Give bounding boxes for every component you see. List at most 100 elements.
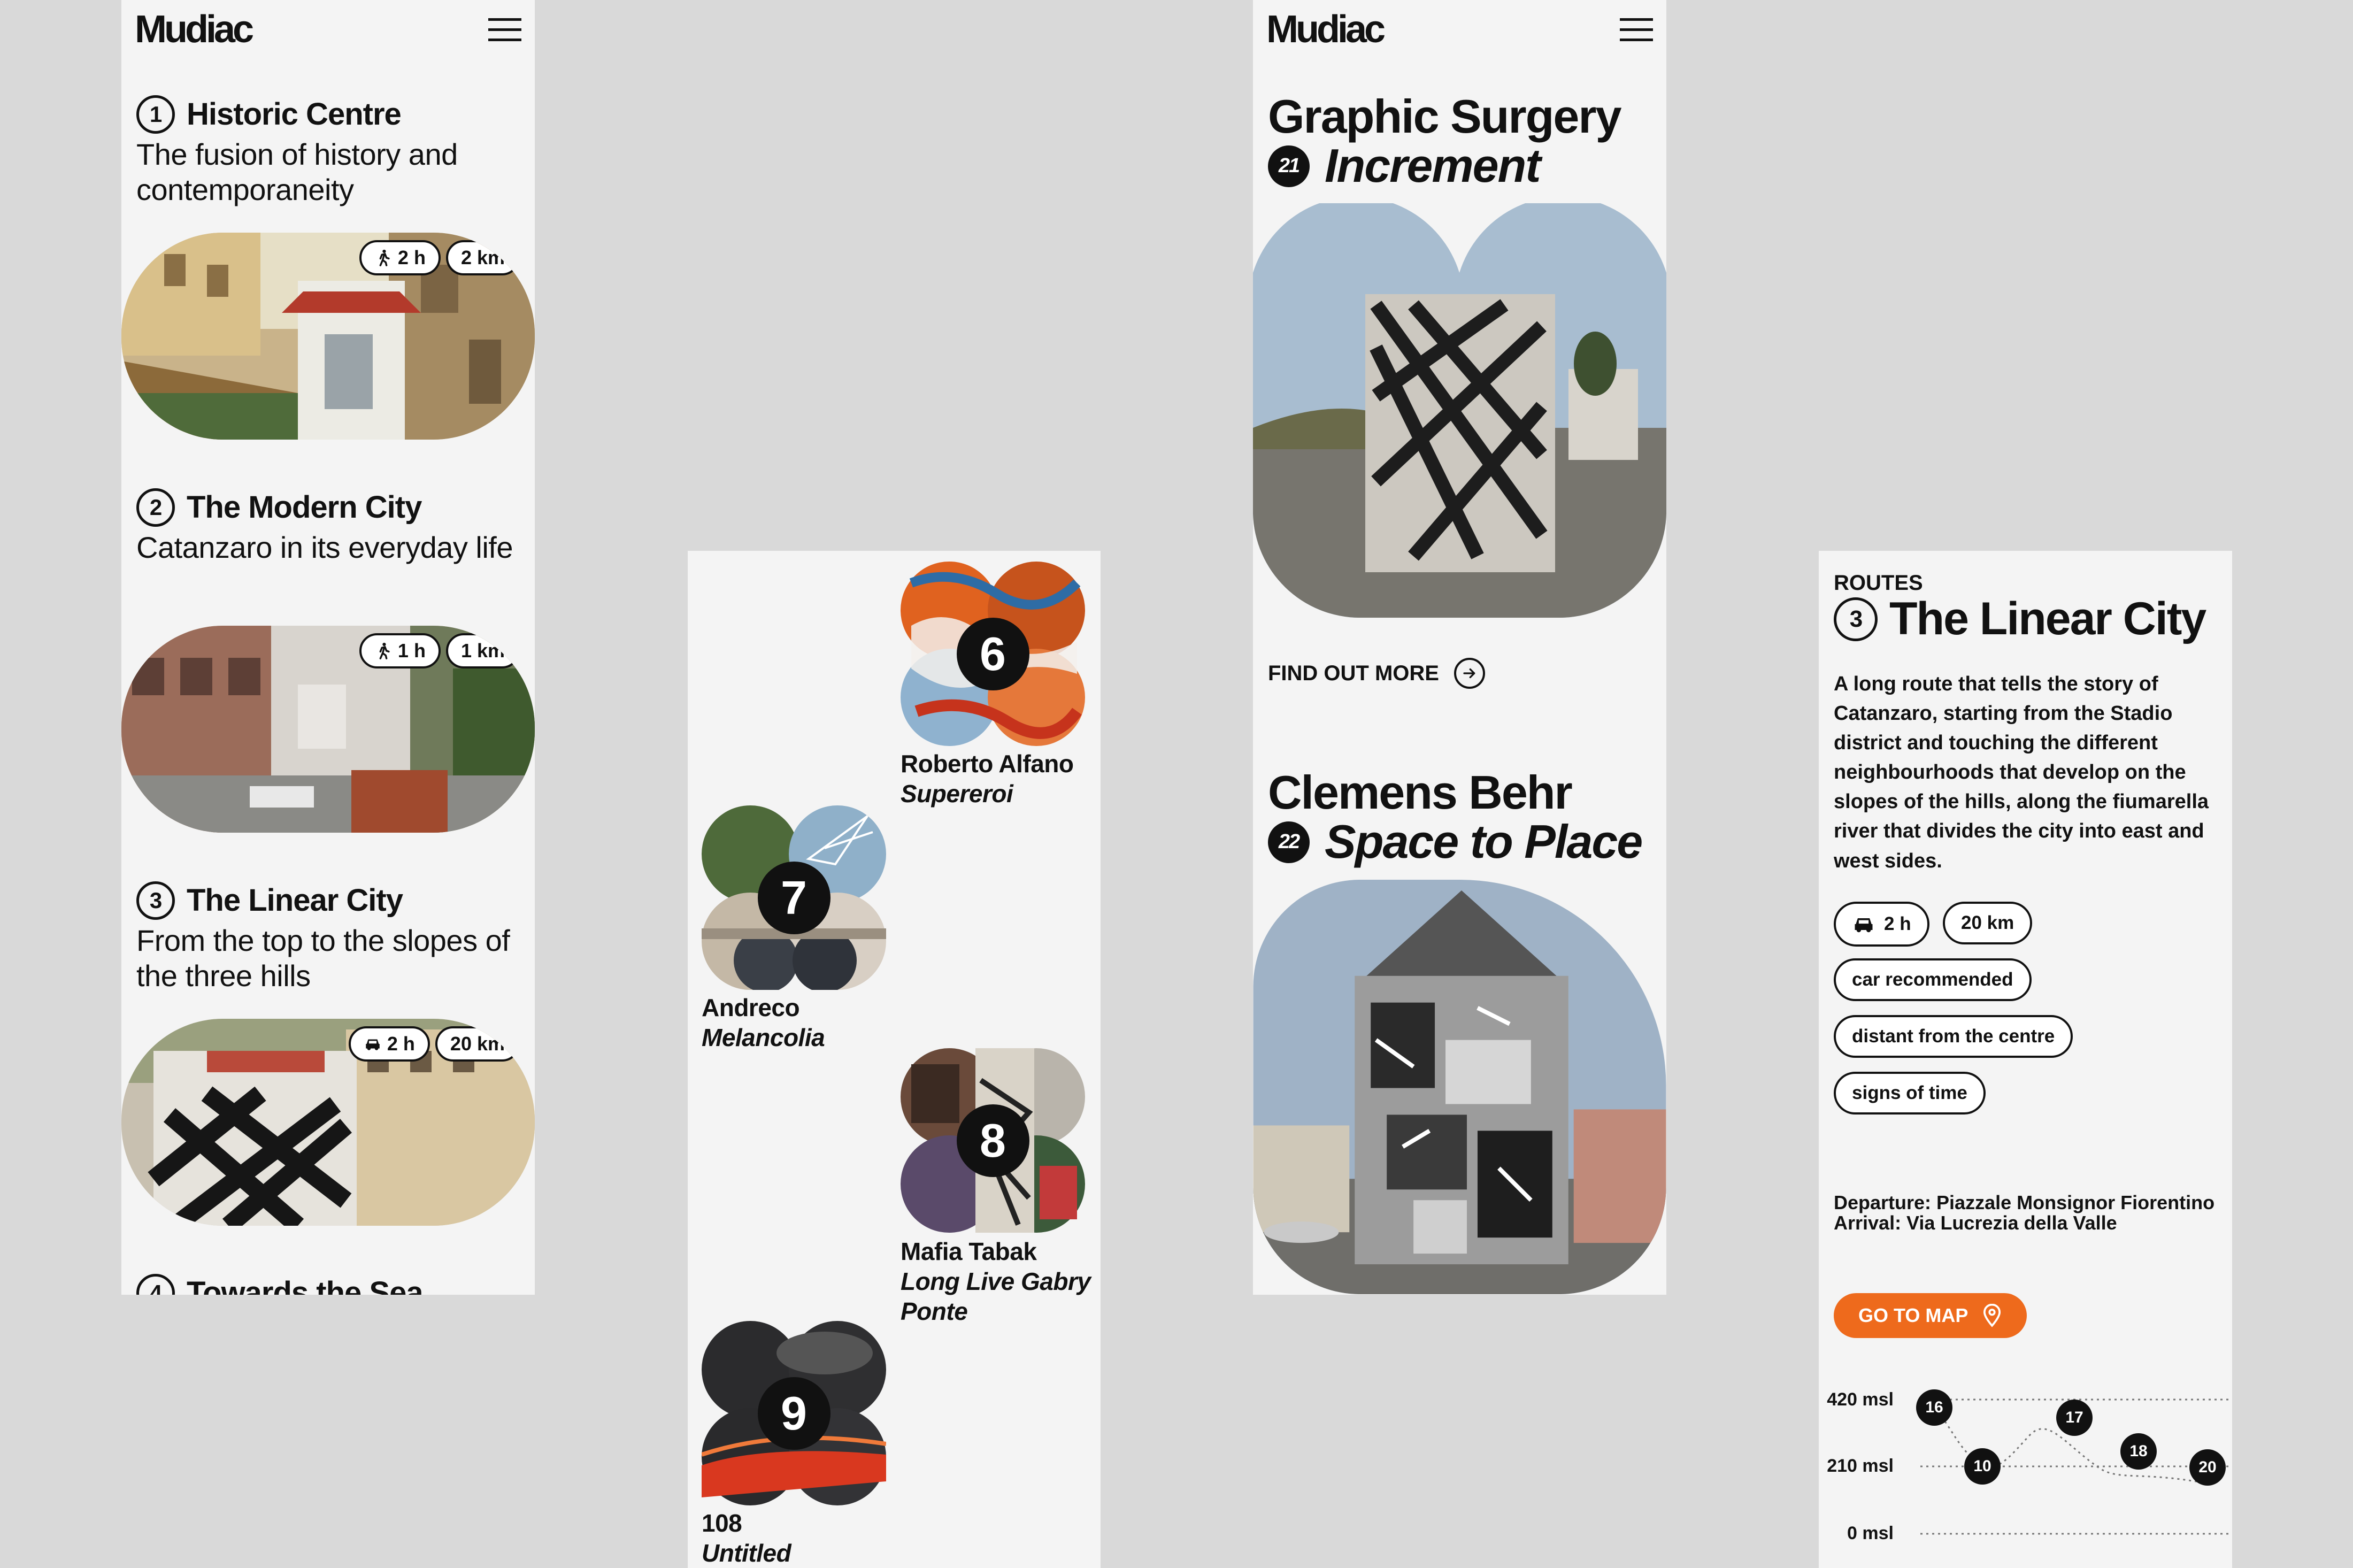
elevation-chart-lines [1920,1398,2232,1535]
route-title: The Linear City [187,883,403,918]
menu-icon[interactable] [1620,18,1653,42]
route-image-historic-centre[interactable]: 2 h 2 km [121,233,535,440]
route-number: 1 [136,95,175,134]
brand-logo[interactable]: Mudiac [1266,7,1386,51]
brand-logo[interactable]: Mudiac [135,7,254,51]
route-stop-marker[interactable]: 17 [2056,1400,2093,1436]
walk-icon [379,642,390,659]
route-title: Historic Centre [187,97,402,132]
artwork-number: 8 [956,1104,1029,1177]
distance-value: 20 km [450,1033,505,1055]
artworks-screen: 6 Roberto Alfano Supereroi 7 Andreco Mel… [688,551,1101,1568]
distance-value: 1 km [460,640,505,662]
artwork-9-caption[interactable]: 108 Untitled [702,1508,791,1568]
route-card-4[interactable]: 4 Towards the Sea [136,1274,521,1295]
duration-value: 2 h [387,1033,415,1055]
artwork-number: 7 [757,861,831,934]
duration-pill: 1 h [359,633,441,668]
route-number: 3 [1834,597,1878,641]
artwork-7-caption[interactable]: Andreco Melancolia [702,993,825,1052]
artwork-8-thumbnail[interactable]: 8 [901,1048,1085,1233]
featured-artworks-screen: Mudiac Graphic Surgery 21 Increment FIND … [1253,0,1666,1295]
route-card-2[interactable]: 2 The Modern City Catanzaro in its everyd… [136,488,521,565]
artwork-6-thumbnail[interactable]: 6 [901,562,1085,746]
artist-name: Clemens Behr [1268,766,1573,819]
departure-text: Departure: Piazzale Monsignor Fiorentino [1834,1192,2215,1213]
distance-pill: 1 km [445,633,520,668]
route-stop-marker[interactable]: 20 [2189,1449,2226,1486]
artwork-title: Supereroi [901,780,1013,808]
distance-value: 2 km [460,247,505,268]
route-stop-marker[interactable]: 10 [1964,1448,2001,1485]
tag-signs-of-time[interactable]: signs of time [1834,1072,1986,1114]
tag-distant-from-centre[interactable]: distant from the centre [1834,1015,2073,1058]
route-title: Towards the Sea [187,1275,424,1295]
route-detail-screen: ROUTES 3 The Linear City A long route th… [1819,551,2232,1568]
tag-car-recommended[interactable]: car recommended [1834,958,2032,1001]
artwork-title: Increment [1325,139,1541,193]
tag-label: signs of time [1852,1082,1967,1103]
map-pin-icon [1983,1304,2001,1327]
menu-icon[interactable] [488,18,521,42]
featured-artwork-1-title[interactable]: Graphic Surgery 21 Increment [1268,90,1658,193]
find-out-more-link[interactable]: FIND OUT MORE [1268,658,1485,689]
arrival-text: Arrival: Via Lucrezia della Valle [1834,1211,2117,1234]
route-card-3[interactable]: 3 The Linear City From the top to the slo… [136,881,521,993]
artwork-number: 21 [1268,145,1310,187]
artwork-8-caption[interactable]: Mafia Tabak Long Live Gabry Ponte [901,1236,1101,1326]
featured-artwork-2-image[interactable] [1253,880,1666,1294]
find-out-more-label: FIND OUT MORE [1268,661,1439,685]
go-to-map-button[interactable]: GO TO MAP [1834,1293,2027,1338]
artist-name: Roberto Alfano [901,750,1074,778]
tag-label: car recommended [1852,969,2013,990]
duration-pill: 2 h [1834,902,1929,947]
artist-name: Andreco [702,994,800,1021]
artist-name: Mafia Tabak [901,1238,1037,1265]
artwork-6-caption[interactable]: Roberto Alfano Supereroi [901,749,1074,809]
artwork-number: 9 [757,1377,831,1450]
artwork-title: Long Live Gabry Ponte [901,1267,1091,1326]
featured-artwork-1-image[interactable] [1253,203,1666,618]
route-description: A long route that tells the story of Cat… [1834,673,2209,872]
go-to-map-label: GO TO MAP [1858,1304,1968,1326]
arrow-right-icon [1454,658,1485,689]
route-stop-marker[interactable]: 18 [2120,1433,2157,1470]
route-image-modern-city[interactable]: 1 h 1 km [121,626,535,833]
routes-list-screen: Mudiac 1 Historic Centre The fusion of hi… [121,0,535,1295]
featured-artwork-2-title[interactable]: Clemens Behr 22 Space to Place [1268,766,1658,868]
artwork-9-thumbnail[interactable]: 9 [702,1321,886,1505]
distance-pill: 20 km [435,1026,520,1062]
route-number: 3 [136,881,175,920]
artist-name: 108 [702,1509,742,1537]
route-subtitle: The fusion of history and contemporaneit… [136,137,458,206]
distance-pill: 20 km [1943,902,2033,944]
car-icon [366,1039,380,1050]
artwork-title: Space to Place [1325,815,1643,868]
route-endpoints: Departure: Piazzale Monsignor Fiorentino… [1834,1193,2214,1233]
route-subtitle: Catanzaro in its everyday life [136,531,513,564]
car-icon [1855,918,1873,933]
tag-label: distant from the centre [1852,1026,2055,1047]
artwork-number: 6 [956,617,1029,690]
distance-pill: 2 km [445,240,520,275]
duration-pill: 2 h [348,1026,430,1062]
duration-value: 2 h [397,247,426,268]
route-card-1[interactable]: 1 Historic Centre The fusion of history a… [136,95,521,207]
artist-name: Graphic Surgery [1268,90,1622,143]
duration-value: 1 h [397,640,426,662]
route-title: The Modern City [187,490,422,525]
route-heading: 3 The Linear City [1834,593,2206,645]
route-stop-marker[interactable]: 16 [1916,1389,1952,1426]
route-image-linear-city[interactable]: 2 h 20 km [121,1019,535,1226]
duration-value: 2 h [1884,913,1911,934]
route-title: The Linear City [1889,593,2206,644]
distance-value: 20 km [1961,912,2014,933]
duration-pill: 2 h [359,240,441,275]
walk-icon [379,249,390,266]
route-number: 4 [136,1274,175,1295]
artwork-number: 22 [1268,821,1310,863]
route-number: 2 [136,488,175,527]
artwork-7-thumbnail[interactable]: 7 [702,805,886,990]
artwork-title: Untitled [702,1539,791,1567]
artwork-title: Melancolia [702,1024,825,1052]
